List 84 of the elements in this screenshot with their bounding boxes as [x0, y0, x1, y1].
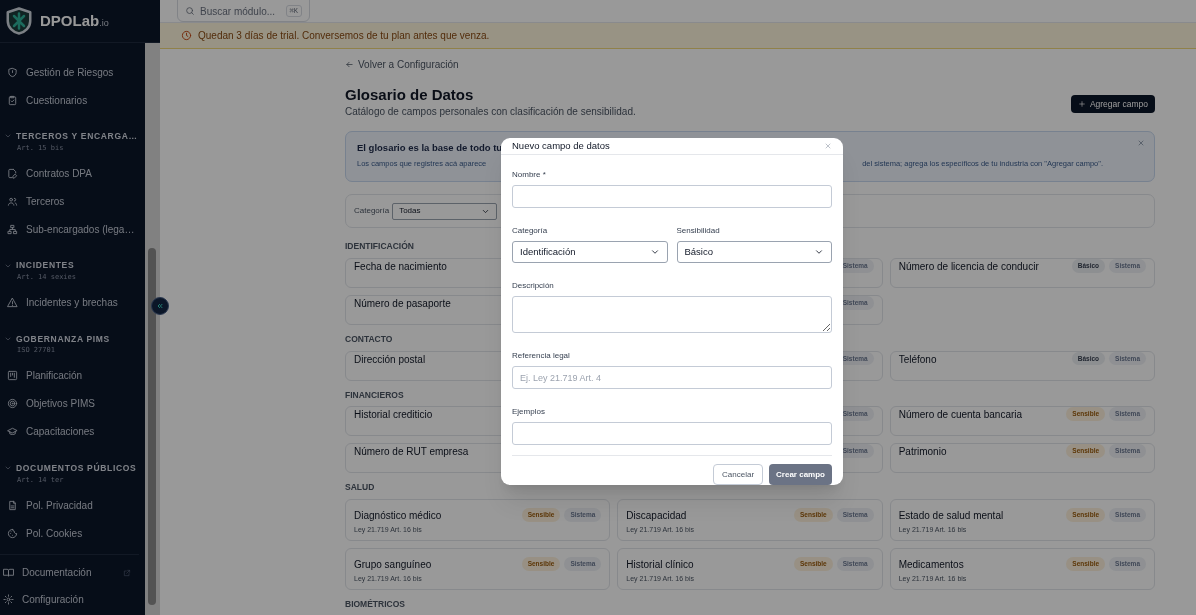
sidebar-item[interactable]: Pol. Cookies — [0, 519, 145, 547]
section-title[interactable]: DOCUMENTOS PÚBLICOS — [16, 461, 137, 475]
field-label: Nombre * — [512, 169, 547, 181]
field-name: Historial crediticio — [354, 408, 433, 423]
sidebar-item[interactable]: Gestión de Riesgos — [0, 58, 145, 86]
field-name: Fecha de nacimiento — [354, 259, 447, 274]
select-field[interactable]: Identificación — [512, 241, 668, 263]
cookie-icon — [7, 527, 18, 539]
add-field-button[interactable]: Agregar campo — [1070, 95, 1155, 113]
back-link[interactable]: Volver a Configuración — [345, 57, 459, 72]
double-chevron-icon — [156, 302, 164, 310]
banner-text: Quedan 3 días de trial. Conversemos de tu plan antes que venza. — [198, 29, 490, 43]
field-name: Diagnóstico médico — [354, 509, 442, 523]
close-icon — [824, 142, 832, 150]
page-title: Glosario de Datos — [345, 86, 475, 104]
field-name: Medicamentos — [898, 558, 965, 572]
category-heading: SALUD — [345, 481, 375, 494]
modal-title: Nuevo campo de datos — [512, 138, 610, 153]
plus-icon — [1077, 100, 1086, 108]
arrow-left-icon — [345, 60, 354, 69]
search-placeholder: Buscar módulo... — [200, 4, 276, 19]
external-link-icon — [123, 568, 131, 577]
sidebar-item[interactable]: Pol. Privacidad — [0, 491, 145, 519]
input-field[interactable] — [512, 185, 832, 208]
cancel-button[interactable]: Cancelar — [713, 464, 764, 485]
category-heading: CONTACTO — [345, 332, 393, 346]
category-heading: BIOMÉTRICOS — [345, 598, 405, 611]
document-icon — [7, 499, 18, 511]
clipboard-icon — [7, 94, 18, 106]
footer-item[interactable]: Documentación — [0, 559, 139, 586]
field-name: Número de licencia de conducir — [898, 259, 1039, 274]
sidebar-item[interactable]: Contratos DPA — [0, 159, 145, 188]
shield-icon — [7, 66, 18, 78]
field-label: Categoría — [512, 225, 549, 237]
section-title[interactable]: TERCEROS Y ENCARGA… — [16, 130, 138, 143]
field-name: Discapacidad — [626, 509, 688, 523]
field-name: Número de pasaporte — [354, 296, 451, 311]
section-title[interactable]: GOBERNANZA PIMS — [16, 332, 110, 346]
description-field[interactable] — [512, 296, 832, 333]
input-field[interactable] — [512, 422, 832, 445]
field-name: Grupo sanguíneo — [354, 558, 432, 572]
sidebar-item[interactable]: Incidentes y brechas — [0, 288, 145, 317]
close-icon — [1137, 139, 1145, 147]
sidebar-item[interactable]: Sub-encargados (lega… — [0, 215, 145, 244]
filter-label: Categoría — [354, 205, 390, 217]
chevron-down-icon — [814, 247, 824, 257]
close-button[interactable] — [1137, 139, 1145, 147]
field-name: Dirección postal — [354, 352, 426, 367]
warning-icon — [7, 297, 18, 308]
select-field[interactable]: Básico — [676, 241, 832, 263]
field-name: Historial clínico — [626, 558, 695, 572]
input-field[interactable]: Ej. Ley 21.719 Art. 4 — [512, 366, 832, 389]
graduation-cap-icon — [7, 426, 18, 438]
clock-icon — [181, 30, 192, 41]
book-icon — [3, 567, 14, 578]
field-label: Sensibilidad — [676, 225, 721, 237]
field-name: Número de RUT empresa — [354, 445, 469, 460]
chevron-down-icon — [649, 247, 660, 257]
sidebar-item[interactable]: Cuestionarios — [0, 86, 145, 114]
footer-item[interactable]: Configuración — [0, 586, 139, 613]
category-heading: IDENTIFICACIÓN — [345, 240, 414, 253]
sidebar-item[interactable]: Capacitaciones — [0, 417, 145, 446]
category-select[interactable]: Todas — [392, 202, 498, 220]
close-button[interactable] — [824, 142, 832, 150]
field-name: Número de cuenta bancaria — [898, 408, 1023, 423]
sidebar-item[interactable]: Planificación — [0, 361, 145, 390]
shield-logo-icon — [4, 5, 34, 37]
sidebar-item[interactable]: Terceros — [0, 187, 145, 216]
page-subtitle: Catálogo de campos personales con clasificación de sensibilidad. — [345, 105, 636, 119]
field-label: Referencia legal — [512, 350, 571, 362]
search-icon — [185, 6, 195, 16]
network-icon — [7, 223, 18, 235]
board-icon — [7, 370, 18, 382]
sidebar-item[interactable]: Objetivos PIMS — [0, 389, 145, 418]
file-edit-icon — [7, 167, 18, 179]
users-icon — [7, 195, 18, 207]
target-icon — [7, 398, 18, 410]
field-name: Teléfono — [898, 352, 937, 367]
section-title[interactable]: INCIDENTES — [16, 259, 75, 272]
field-label: Ejemplos — [512, 406, 546, 418]
category-heading: FINANCIEROS — [345, 388, 404, 402]
field-name: Patrimonio — [898, 445, 947, 460]
field-name: Estado de salud mental — [898, 509, 1004, 523]
brand-name: DPOLab.io — [40, 10, 109, 31]
